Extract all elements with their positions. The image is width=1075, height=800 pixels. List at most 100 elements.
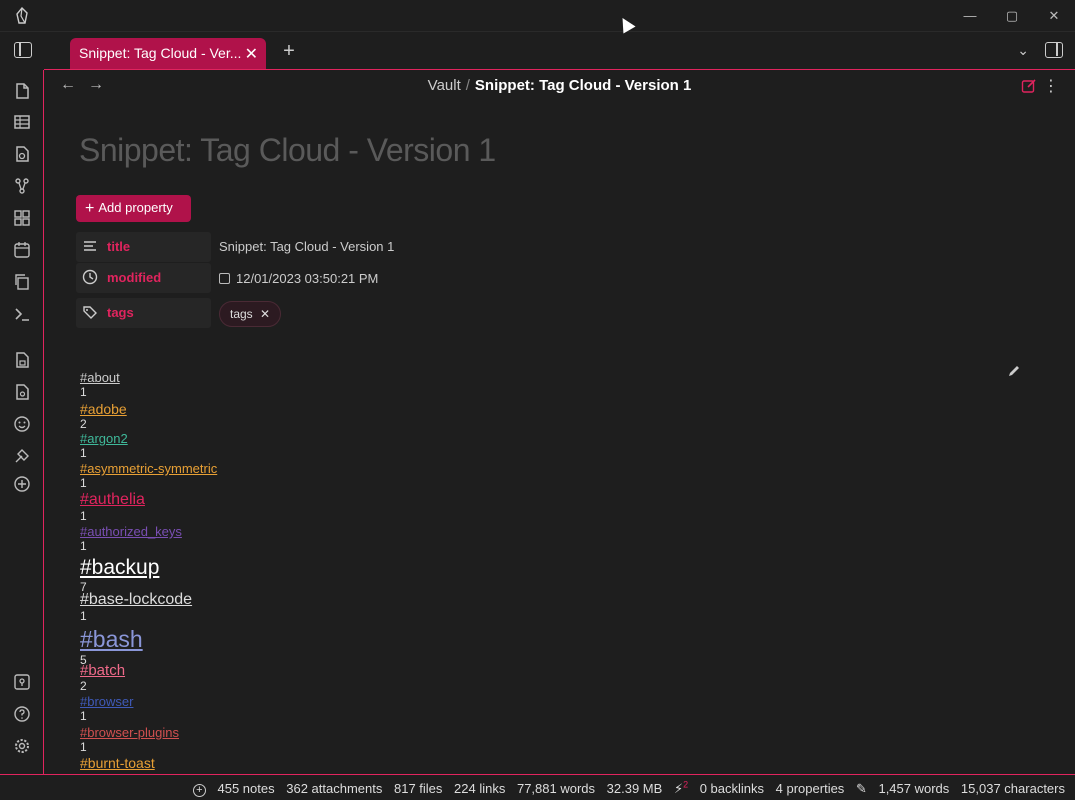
calendar-icon[interactable]: [13, 241, 31, 259]
tag-link[interactable]: #backup: [80, 556, 159, 580]
text-lines-icon: [84, 241, 96, 251]
status-properties: 4 properties: [775, 781, 845, 797]
tag-count: 1: [80, 740, 87, 754]
canvas-icon[interactable]: [13, 209, 31, 227]
tab-tag-cloud[interactable]: Snippet: Tag Cloud - Ver... ✕: [70, 38, 266, 69]
settings-gear-icon[interactable]: [13, 737, 31, 755]
breadcrumb-root[interactable]: Vault: [428, 77, 461, 94]
tag-link[interactable]: #about: [80, 370, 120, 385]
tab-close-icon[interactable]: ✕: [245, 44, 258, 64]
maximize-icon[interactable]: ▢: [1001, 6, 1023, 26]
plugin-plug-icon[interactable]: ⚡2: [674, 780, 688, 796]
tag-pill-label: tags: [230, 307, 253, 321]
right-sidebar-toggle-icon[interactable]: [1045, 42, 1063, 58]
tag-cloud-item: #browser 1: [80, 694, 133, 723]
terminal-icon[interactable]: [13, 305, 31, 323]
sync-add-icon[interactable]: +: [192, 784, 206, 798]
tag-link[interactable]: #adobe: [80, 401, 127, 417]
status-words: 1,457 words: [878, 781, 950, 797]
tag-cloud-item: #burnt-toast: [80, 755, 155, 771]
tag-count: 1: [80, 539, 87, 553]
tag-link[interactable]: #burnt-toast: [80, 755, 155, 771]
edit-mode-icon[interactable]: [1021, 78, 1037, 94]
tag-cloud-item: #bash 5: [80, 626, 143, 667]
add-property-button[interactable]: + Add property: [76, 195, 191, 222]
tag-link[interactable]: #batch: [80, 662, 125, 679]
status-files: 817 files: [393, 781, 443, 797]
breadcrumb-separator: /: [465, 77, 470, 94]
tag-count: 1: [80, 385, 87, 399]
tag-link[interactable]: #asymmetric-symmetric: [80, 461, 217, 476]
tag-cloud-item: #adobe 2: [80, 401, 127, 431]
add-circle-icon[interactable]: [13, 475, 31, 493]
property-key[interactable]: tags: [76, 298, 211, 328]
calendar-icon: [219, 273, 230, 284]
clock-icon: [82, 269, 98, 285]
file-lock-icon[interactable]: [13, 351, 31, 369]
remove-tag-icon[interactable]: ✕: [260, 307, 270, 321]
tag-link[interactable]: #bash: [80, 626, 143, 653]
property-value[interactable]: Snippet: Tag Cloud - Version 1: [219, 239, 394, 254]
tab-bar: Snippet: Tag Cloud - Ver... ✕ + ⌄: [44, 32, 1075, 70]
minimize-icon[interactable]: —: [959, 6, 981, 26]
tag-cloud-item: #argon2 1: [80, 431, 128, 460]
status-characters: 15,037 characters: [960, 781, 1065, 797]
tag-count: 1: [80, 609, 87, 623]
tags-icon: [83, 306, 97, 319]
tag-cloud-item: #batch 2: [80, 662, 125, 693]
tag-link[interactable]: #authelia: [80, 491, 145, 509]
tag-link[interactable]: #base-lockcode: [80, 591, 192, 609]
close-window-icon[interactable]: ✕: [1043, 6, 1065, 26]
note-title[interactable]: Snippet: Tag Cloud - Version 1: [79, 132, 496, 169]
status-bar: + 455 notes 362 attachments 817 files 22…: [0, 774, 1075, 800]
tag-link[interactable]: #authorized_keys: [80, 524, 182, 539]
graph-view-icon[interactable]: [13, 177, 31, 195]
property-key-label: title: [107, 239, 131, 254]
tag-cloud-item: #asymmetric-symmetric 1: [80, 461, 217, 490]
property-key[interactable]: modified: [76, 263, 211, 293]
tag-cloud-item: #backup 7: [80, 556, 159, 594]
tag-cloud-item: #browser-plugins 1: [80, 725, 179, 754]
status-pencil-icon[interactable]: ✎: [856, 781, 867, 796]
property-row-tags: tags tags ✕: [76, 298, 576, 328]
property-value[interactable]: 12/01/2023 03:50:21 PM: [219, 271, 378, 286]
left-sidebar-toggle-icon[interactable]: [14, 42, 32, 58]
help-icon[interactable]: [13, 705, 31, 723]
copy-icon[interactable]: [13, 273, 31, 291]
tag-count: 1: [80, 446, 87, 460]
tab-list-chevron-icon[interactable]: ⌄: [1017, 42, 1029, 59]
property-key[interactable]: title: [76, 232, 211, 262]
obsidian-logo-icon: [16, 7, 28, 24]
note-view: ← → Vault / Snippet: Tag Cloud - Version 1…: [44, 70, 1075, 774]
breadcrumb-current[interactable]: Snippet: Tag Cloud - Version 1: [475, 77, 691, 94]
file-search-icon[interactable]: [13, 145, 31, 163]
tag-link[interactable]: #browser-plugins: [80, 725, 179, 740]
more-options-icon[interactable]: ⋮: [1043, 76, 1059, 96]
tag-cloud-item: #authorized_keys 1: [80, 524, 182, 553]
tag-link[interactable]: #browser: [80, 694, 133, 709]
table-icon[interactable]: [13, 113, 31, 131]
property-value-text: 12/01/2023 03:50:21 PM: [236, 271, 379, 286]
emoji-icon[interactable]: [13, 415, 31, 433]
new-tab-icon[interactable]: +: [280, 40, 298, 63]
plugin-tools-icon[interactable]: [13, 447, 31, 465]
tag-count: 1: [80, 509, 87, 523]
status-size: 32.39 MB: [606, 781, 663, 797]
vault-switcher-icon[interactable]: [13, 673, 31, 691]
status-notes: 455 notes: [217, 781, 275, 797]
property-row-title: title Snippet: Tag Cloud - Version 1: [76, 232, 576, 262]
tag-pill[interactable]: tags ✕: [219, 301, 282, 327]
encrypted-file-icon[interactable]: [13, 383, 31, 401]
status-backlinks[interactable]: 0 backlinks: [700, 781, 764, 796]
tag-count: 1: [80, 476, 87, 490]
window-titlebar: — ▢ ✕: [0, 0, 1075, 32]
property-key-label: modified: [107, 270, 162, 285]
property-key-label: tags: [107, 305, 134, 320]
status-links: 224 links: [454, 781, 506, 797]
plus-icon: +: [85, 200, 95, 217]
breadcrumb: Vault / Snippet: Tag Cloud - Version 1: [44, 77, 1075, 94]
left-ribbon: [0, 70, 44, 774]
tag-link[interactable]: #argon2: [80, 431, 128, 446]
edit-block-pencil-icon[interactable]: [1007, 364, 1021, 378]
open-quick-switcher-icon[interactable]: [13, 82, 31, 100]
